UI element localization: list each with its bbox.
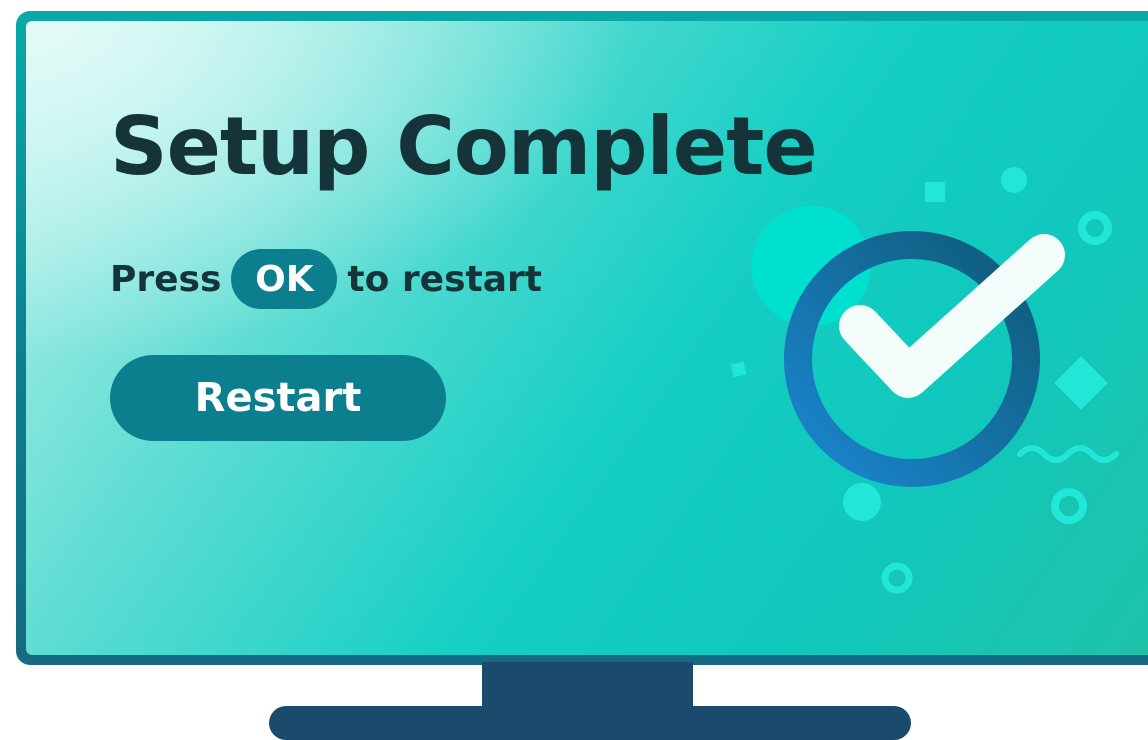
tv-frame: Setup Complete Press OK to restart Resta… (16, 11, 1148, 665)
ok-key-badge: OK (231, 249, 338, 309)
restart-instruction: Press OK to restart (110, 240, 542, 318)
tv-screen: Setup Complete Press OK to restart Resta… (26, 21, 1148, 655)
tv-stand-base (269, 706, 911, 740)
restart-button[interactable]: Restart (110, 355, 446, 441)
instruction-prefix: Press (110, 258, 222, 300)
instruction-suffix: to restart (347, 258, 542, 300)
tv-stand-neck (482, 662, 693, 708)
page-title: Setup Complete (110, 100, 818, 193)
tv-illustration: Setup Complete Press OK to restart Resta… (0, 0, 1148, 740)
